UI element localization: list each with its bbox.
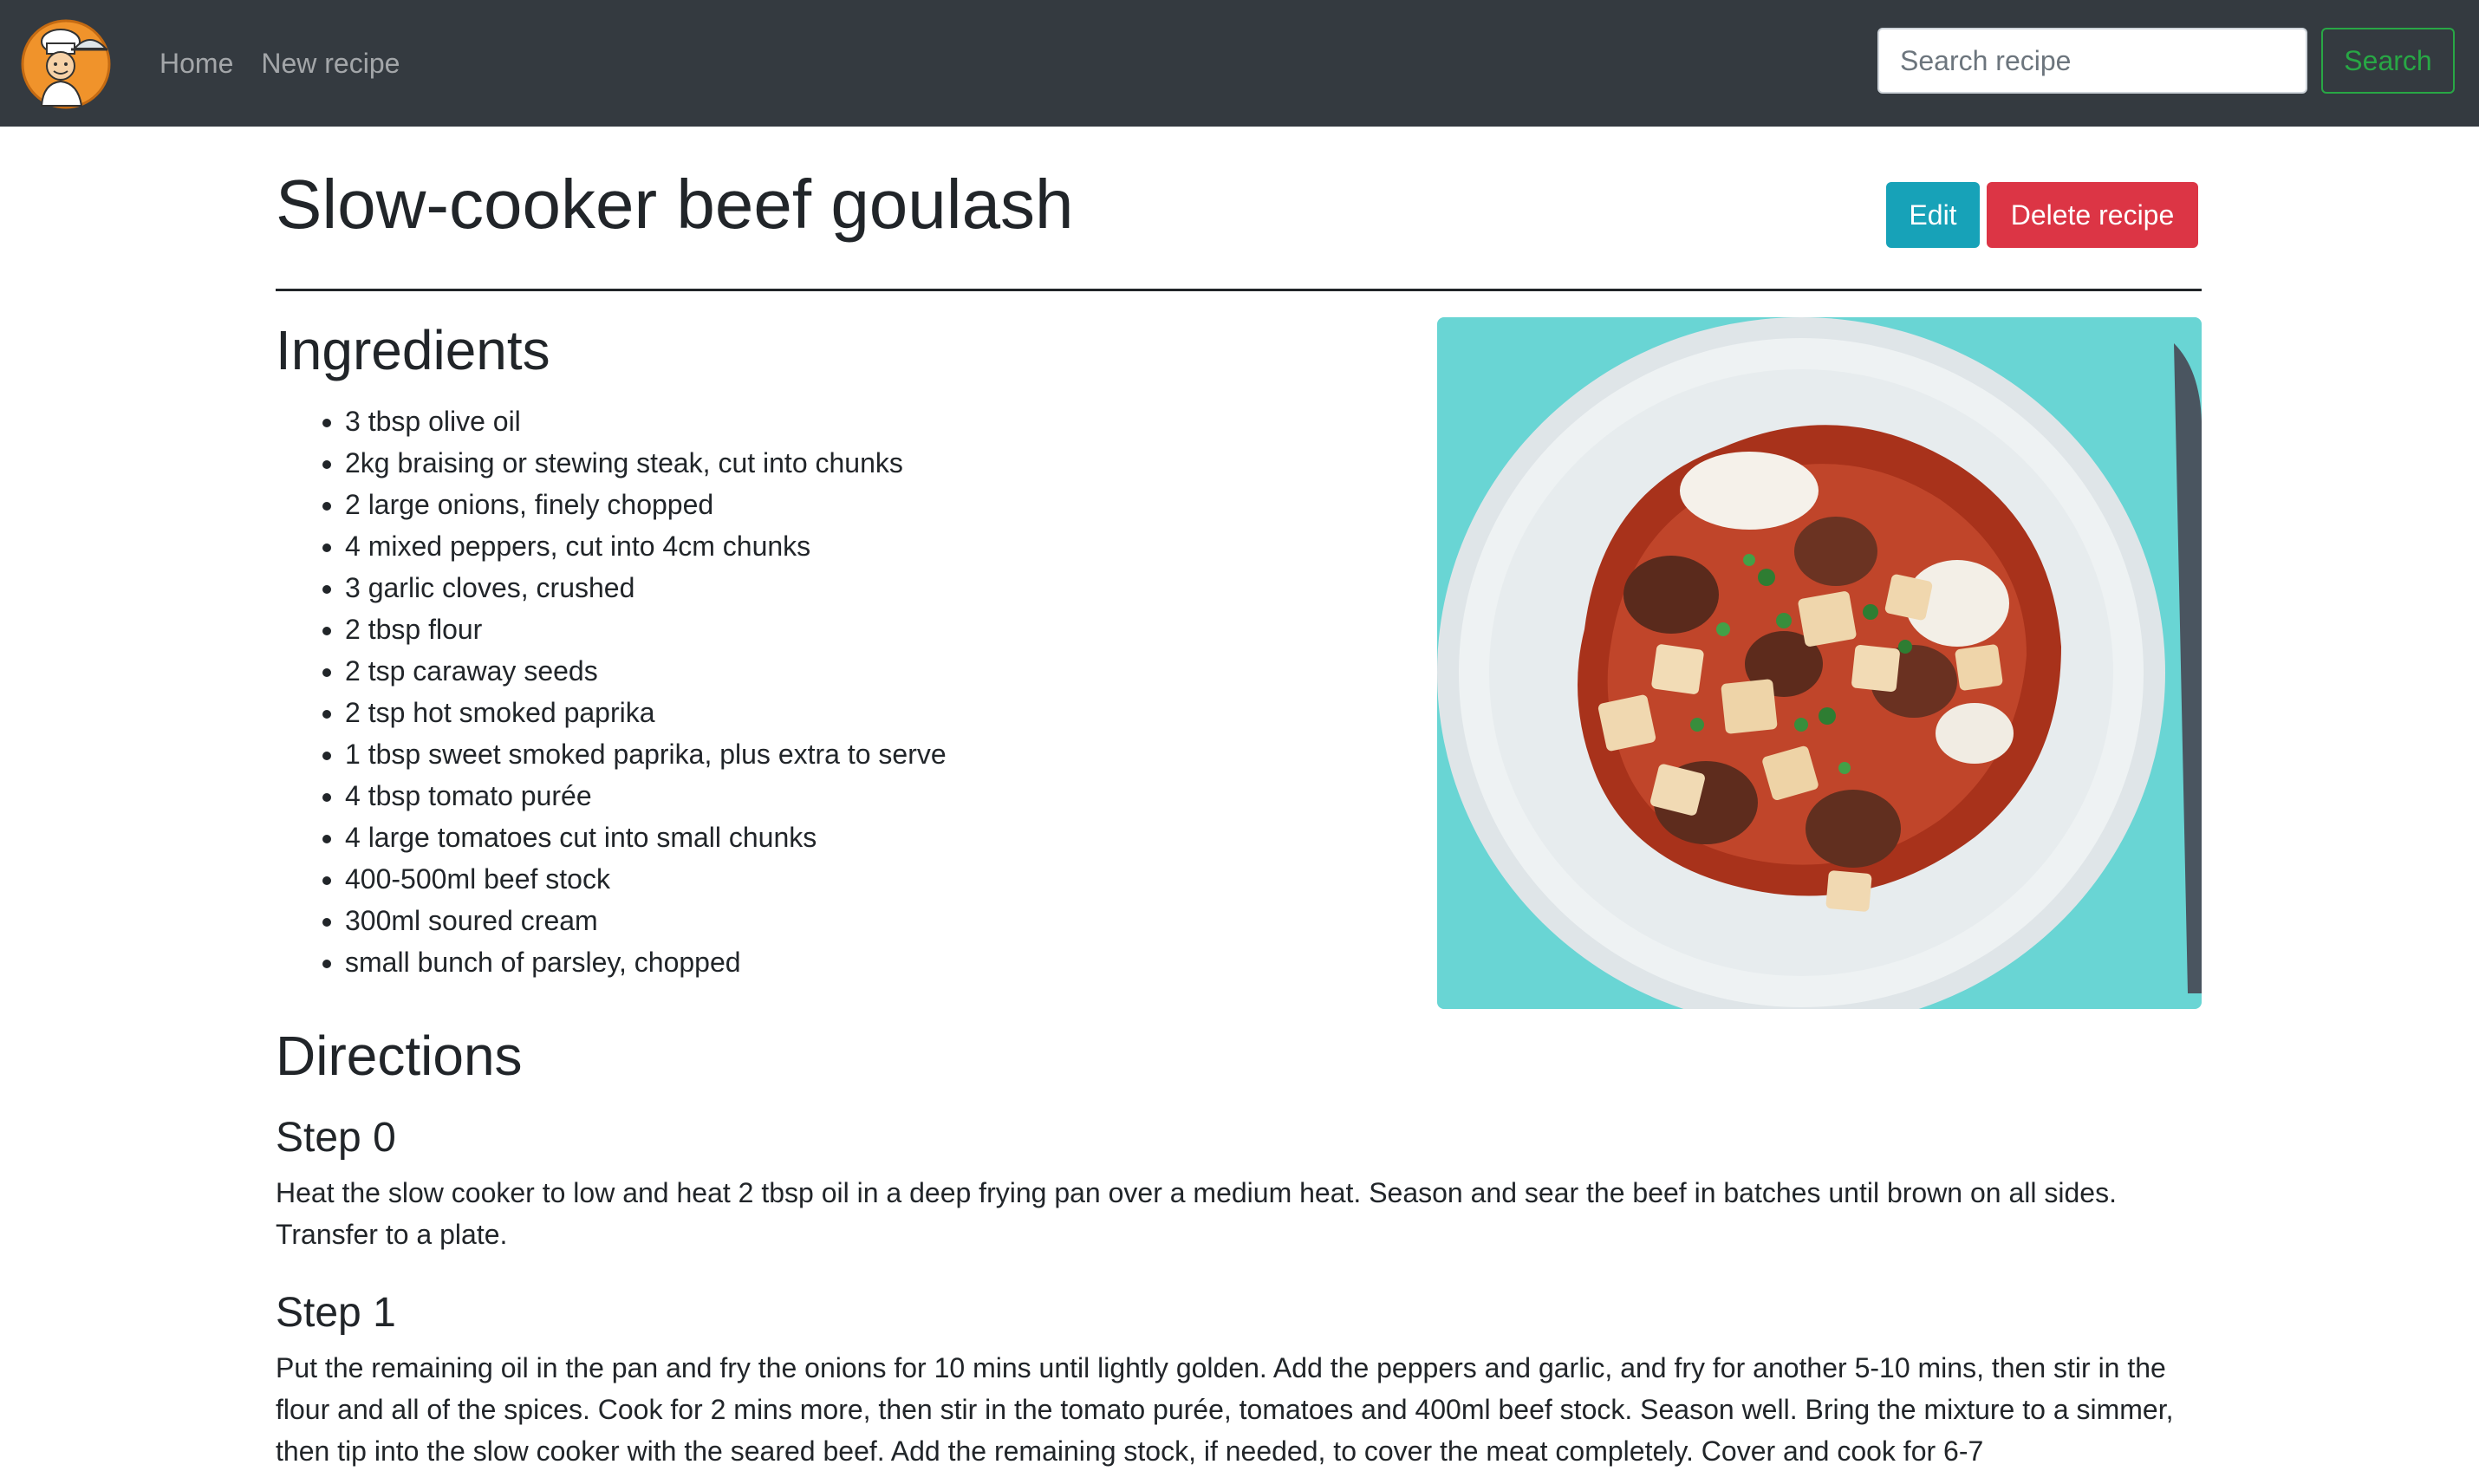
nav-link-home[interactable]: Home	[159, 48, 233, 80]
search-form: Search	[1877, 28, 2455, 94]
edit-button[interactable]: Edit	[1886, 182, 1980, 248]
ingredients-heading: Ingredients	[276, 319, 550, 381]
search-button[interactable]: Search	[2321, 28, 2455, 94]
step-title: Step 0	[276, 1115, 396, 1161]
nav-link-new-recipe[interactable]: New recipe	[261, 48, 400, 80]
title-row: Slow-cooker beef goulash Edit Delete rec…	[276, 127, 2202, 291]
directions-heading: Directions	[276, 1025, 523, 1087]
nav-links: Home New recipe	[159, 0, 400, 127]
ingredient-item: 2 tsp hot smoked paprika	[345, 692, 947, 733]
ingredient-item: 2 tbsp flour	[345, 609, 947, 650]
delete-recipe-button[interactable]: Delete recipe	[1987, 182, 2198, 248]
ingredient-item: 4 tbsp tomato purée	[345, 775, 947, 817]
recipe-container: Slow-cooker beef goulash Edit Delete rec…	[276, 127, 2202, 1467]
navbar: Home New recipe Search	[0, 0, 2479, 127]
step-1: Step 1 Put the remaining oil in the pan …	[276, 1288, 2202, 1472]
step-text: Put the remaining oil in the pan and fry…	[276, 1351, 2174, 1467]
step-title: Step 1	[276, 1290, 396, 1336]
ingredient-item: 3 garlic cloves, crushed	[345, 567, 947, 609]
ingredient-item: 2kg braising or stewing steak, cut into …	[345, 442, 947, 484]
ingredient-item: 4 large tomatoes cut into small chunks	[345, 817, 947, 858]
recipe-actions: Edit Delete recipe	[1886, 182, 2198, 248]
ingredient-item: 1 tbsp sweet smoked paprika, plus extra …	[345, 733, 947, 775]
search-input[interactable]	[1877, 28, 2307, 94]
ingredient-item: 4 mixed peppers, cut into 4cm chunks	[345, 525, 947, 567]
step-text: Heat the slow cooker to low and heat 2 t…	[276, 1176, 2117, 1250]
ingredient-item: 400-500ml beef stock	[345, 858, 947, 900]
ingredient-item: 2 large onions, finely chopped	[345, 484, 947, 525]
page-title: Slow-cooker beef goulash	[276, 166, 1074, 243]
step-0: Step 0 Heat the slow cooker to low and h…	[276, 1113, 2202, 1255]
chef-logo-icon[interactable]	[21, 19, 111, 109]
ingredient-item: 2 tsp caraway seeds	[345, 650, 947, 692]
recipe-photo	[1437, 317, 2202, 1009]
ingredient-item: 3 tbsp olive oil	[345, 400, 947, 442]
ingredients-list: 3 tbsp olive oil 2kg braising or stewing…	[276, 400, 947, 983]
ingredient-item: small bunch of parsley, chopped	[345, 941, 947, 983]
ingredient-item: 300ml soured cream	[345, 900, 947, 941]
